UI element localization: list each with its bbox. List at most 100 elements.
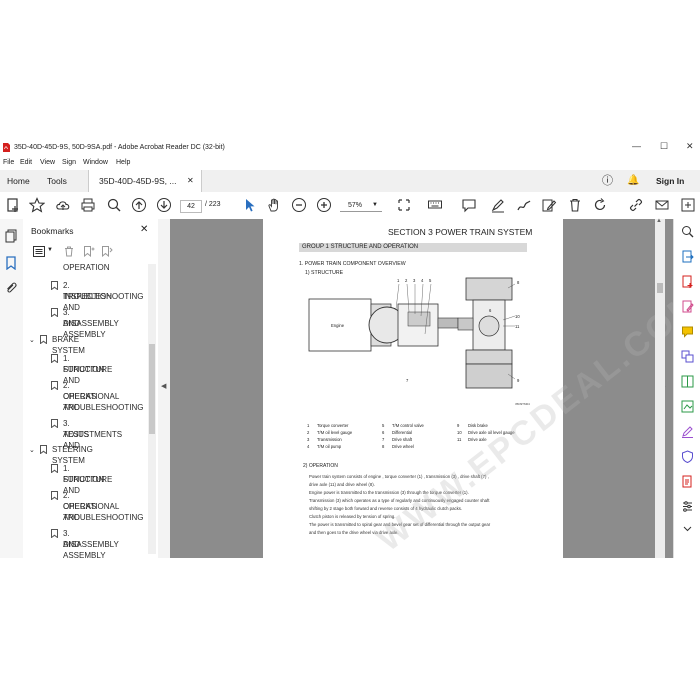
highlight-pen-icon[interactable] — [490, 197, 506, 213]
combine-files-icon[interactable] — [681, 350, 694, 363]
maximize-icon[interactable]: ☐ — [660, 141, 668, 152]
paragraph-line: The power is transmitted to spiral gear … — [309, 522, 491, 527]
notifications-bell-icon[interactable]: 🔔 — [627, 170, 639, 192]
more-tools-icon[interactable] — [680, 197, 696, 213]
help-icon[interactable]: ⓘ — [602, 170, 613, 192]
zoom-out-icon[interactable] — [291, 197, 307, 213]
paragraph-line: shifting by 2 stage both forward and rev… — [309, 506, 463, 511]
scroll-up-icon[interactable]: ▲ — [656, 218, 662, 224]
close-panel-icon[interactable]: ✕ — [140, 224, 148, 235]
protect-shield-icon[interactable] — [681, 450, 694, 463]
select-cursor-icon[interactable] — [242, 197, 258, 213]
bookmark-icon — [51, 281, 58, 290]
organize-pages-icon[interactable] — [681, 375, 694, 388]
bookmark-star-icon[interactable] — [28, 197, 46, 213]
acrobat-window: 35D-40D-45D-9S, 50D-9SA.pdf - Adobe Acro… — [0, 138, 700, 558]
tab-tools[interactable]: Tools — [47, 170, 67, 192]
group-heading: GROUP 1 STRUCTURE AND OPERATION — [299, 243, 527, 252]
page-display-icon[interactable] — [396, 197, 412, 213]
create-pdf-icon[interactable] — [681, 275, 694, 288]
bookmark-icon — [51, 308, 58, 317]
menu-sign[interactable]: Sign — [62, 159, 76, 166]
rail-chevron-down-icon[interactable] — [681, 522, 694, 535]
options-chevron-icon[interactable]: ▼ — [47, 247, 53, 253]
bookmark-icon — [51, 464, 58, 473]
legend-text: Drive axle oil level gauge — [468, 430, 515, 435]
collapse-left-icon[interactable]: ◀ — [161, 382, 166, 390]
minimize-icon[interactable]: — — [632, 141, 641, 151]
bookmarks-scrollbar[interactable] — [148, 264, 156, 554]
comment-icon[interactable] — [461, 197, 477, 213]
draw-freehand-icon[interactable] — [516, 197, 532, 213]
hand-tool-icon[interactable] — [266, 197, 282, 213]
callout-11: 11 — [515, 324, 520, 329]
search-icon[interactable] — [681, 225, 694, 238]
zoom-in-icon[interactable] — [316, 197, 332, 213]
new-bookmark-icon[interactable] — [83, 246, 95, 257]
engine-label: Engine — [331, 323, 345, 328]
attachments-paperclip-icon[interactable] — [4, 281, 18, 295]
create-icon[interactable] — [5, 197, 21, 213]
tab-document[interactable]: 35D-40D-45D-9S, ... ✕ — [88, 170, 202, 192]
panel-splitter[interactable]: ◀ — [158, 219, 170, 558]
enhance-scans-icon[interactable] — [681, 400, 694, 413]
tab-home[interactable]: Home — [7, 170, 30, 192]
fill-and-sign-icon[interactable] — [681, 425, 694, 438]
document-scroll-thumb[interactable] — [657, 283, 663, 293]
menu-help[interactable]: Help — [116, 159, 130, 166]
customize-tools-icon[interactable] — [681, 500, 694, 513]
legend-text: Differential — [392, 430, 412, 435]
export-pdf-icon[interactable] — [681, 250, 694, 263]
menu-edit[interactable]: Edit — [20, 159, 32, 166]
tab-close-icon[interactable]: ✕ — [187, 170, 194, 192]
right-tools-rail — [673, 219, 700, 558]
keyboard-icon[interactable] — [427, 197, 443, 213]
chevron-down-icon[interactable]: ⌄ — [29, 335, 35, 346]
email-icon[interactable] — [654, 197, 670, 213]
callout-5: 5 — [429, 278, 432, 283]
zoom-search-icon[interactable] — [106, 197, 122, 213]
bookmarks-panel-icon[interactable] — [4, 256, 18, 270]
send-for-review-icon[interactable] — [681, 475, 694, 488]
tab-document-label: 35D-40D-45D-9S, ... — [99, 176, 177, 186]
document-view[interactable]: SECTION 3 POWER TRAIN SYSTEM GROUP 1 STR… — [170, 219, 673, 558]
fill-sign-icon[interactable] — [541, 197, 557, 213]
menu-window[interactable]: Window — [83, 159, 108, 166]
legend-text: Transmission — [317, 437, 342, 442]
sign-in-link[interactable]: Sign In — [656, 170, 684, 192]
page-thumbnails-icon[interactable] — [4, 229, 18, 243]
close-window-icon[interactable]: ✕ — [686, 141, 694, 152]
toolbar: 42 / 223 57% ▼ — [0, 192, 700, 220]
bookmarks-scroll-thumb[interactable] — [149, 344, 155, 434]
legend-text: Drive wheel — [392, 444, 414, 449]
legend-num: 9 — [457, 423, 460, 428]
upload-cloud-icon[interactable] — [55, 197, 71, 213]
menu-file[interactable]: File — [3, 159, 14, 166]
tab-bar: Home Tools 35D-40D-45D-9S, ... ✕ ⓘ 🔔 Sig… — [0, 170, 700, 193]
section-title: SECTION 3 POWER TRAIN SYSTEM — [388, 227, 533, 237]
next-page-icon[interactable] — [156, 197, 172, 213]
menu-view[interactable]: View — [40, 159, 55, 166]
document-scrollbar[interactable]: ▲ — [655, 218, 665, 558]
legend-num: 11 — [457, 437, 462, 442]
pdf-page: SECTION 3 POWER TRAIN SYSTEM GROUP 1 STR… — [263, 219, 563, 558]
zoom-level-select[interactable]: 57% ▼ — [340, 199, 382, 212]
expand-bookmark-icon[interactable] — [101, 246, 113, 257]
comment-tool-icon[interactable] — [681, 325, 694, 338]
legend-text: Disk brake — [468, 423, 488, 428]
edit-pdf-icon[interactable] — [681, 300, 694, 313]
delete-bookmark-icon[interactable] — [64, 246, 74, 257]
chevron-down-icon: ▼ — [372, 202, 378, 208]
options-list-icon[interactable] — [33, 246, 45, 257]
bookmark-label: OPERATION — [63, 263, 110, 272]
bookmark-label: FUNCTION — [63, 365, 105, 374]
delete-trash-icon[interactable] — [567, 197, 583, 213]
share-link-icon[interactable] — [628, 197, 644, 213]
previous-page-icon[interactable] — [131, 197, 147, 213]
chevron-down-icon[interactable]: ⌄ — [29, 445, 35, 456]
bookmark-icon — [51, 529, 58, 538]
page-number-input[interactable]: 42 — [180, 200, 202, 213]
print-icon[interactable] — [80, 197, 96, 213]
paragraph-line: Clutch piston is released by tension of … — [309, 514, 396, 519]
rotate-icon[interactable] — [592, 197, 608, 213]
